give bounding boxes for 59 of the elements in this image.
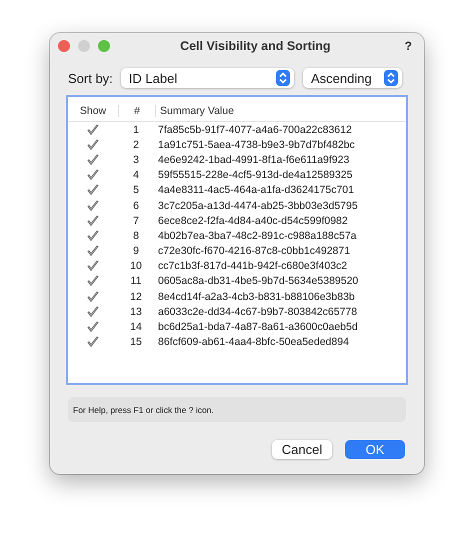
row-number: 3 — [132, 154, 140, 166]
checkmark-icon[interactable] — [87, 306, 99, 318]
row-number: 11 — [130, 275, 142, 288]
row-number: 4 — [132, 169, 140, 182]
column-header[interactable]: Show — [68, 105, 119, 117]
table-cell-text: 86fcf609-ab61-4aa4-8bfc-50ea5eded894 — [157, 336, 350, 348]
checkmark-icon[interactable] — [87, 336, 99, 348]
table-cell-text: 7fa85c5b-91f7-4077-a4a6-700a22c83612 — [157, 124, 353, 136]
table-cell-text: 4b02b7ea-3ba7-48c2-891c-c988a188c57a — [157, 230, 358, 242]
row-number: 9 — [132, 245, 140, 258]
row-number: 12 — [129, 290, 143, 303]
checkmark-icon[interactable] — [87, 138, 99, 151]
sort-order-dropdown[interactable]: Ascending — [303, 68, 402, 88]
close-button[interactable] — [58, 40, 70, 52]
table-cell-text: cc7c1b3f-817d-441b-942f-c680e3f403c2 — [157, 260, 348, 272]
row-number: 1 — [132, 124, 140, 136]
checkmark-icon[interactable] — [87, 154, 99, 166]
row-number: 2 — [132, 138, 140, 151]
help-button[interactable]: ? — [400, 39, 416, 53]
cancel-button[interactable]: Cancel — [272, 440, 332, 459]
sort-field-dropdown[interactable]: ID Label — [120, 68, 294, 88]
window-title: Cell Visibility and Sorting — [179, 39, 332, 53]
sort-label: Sort by: — [68, 70, 113, 86]
checkmark-icon[interactable] — [87, 245, 99, 258]
row-number: 10 — [129, 260, 143, 272]
table-cell-text: 3c7c205a-a13d-4474-ab25-3bb03e3d5795 — [157, 200, 359, 212]
checkmark-icon[interactable] — [87, 124, 99, 136]
table-cell-text: bc6d25a1-bda7-4a87-8a61-a3600c0aeb5d — [157, 321, 359, 334]
checkmark-icon[interactable] — [87, 260, 99, 272]
ok-button[interactable]: OK — [345, 440, 405, 459]
table-cell-text: c72e30fc-f670-4216-87c8-c0bb1c492871 — [157, 245, 352, 258]
row-number: 14 — [129, 321, 143, 334]
checkmark-icon[interactable] — [87, 184, 99, 196]
row-number: 6 — [132, 200, 140, 212]
row-number: 5 — [132, 184, 140, 196]
table-cell-text: 4a4e8311-4ac5-464a-a1fa-d3624175c701 — [157, 184, 355, 196]
table-cell-text: 4e6e9242-1bad-4991-8f1a-f6e611a9f923 — [157, 154, 350, 166]
checkmark-icon[interactable] — [87, 275, 99, 288]
row-number: 8 — [132, 230, 140, 242]
row-number: 15 — [129, 336, 143, 348]
checkmark-icon[interactable] — [87, 214, 99, 227]
column-header[interactable]: # — [119, 105, 156, 117]
stepper-icon — [384, 70, 398, 86]
stepper-icon — [276, 70, 290, 86]
table-cell-text: 59f55515-228e-4cf5-913d-de4a12589325 — [157, 169, 354, 182]
table-cell-text: 6ece8ce2-f2fa-4d84-a40c-d54c599f0982 — [157, 214, 349, 227]
checkmark-icon[interactable] — [87, 290, 99, 303]
checkmark-icon[interactable] — [87, 321, 99, 334]
help-text: For Help, press F1 or click the ? icon. — [73, 404, 214, 414]
table-cell-text: 0605ac8a-db31-4be5-9b7d-5634e5389520 — [157, 275, 360, 288]
row-number: 13 — [129, 306, 143, 318]
table-cell-text: 1a91c751-5aea-4738-b9e3-9b7d7bf482bc — [157, 138, 356, 151]
checkmark-icon[interactable] — [87, 230, 99, 242]
checkmark-icon[interactable] — [87, 200, 99, 212]
table-cell-text: 8e4cd14f-a2a3-4cb3-b831-b88106e3b83b — [157, 290, 356, 303]
checkmark-icon[interactable] — [87, 169, 99, 182]
row-number: 7 — [132, 214, 140, 227]
column-header[interactable]: Summary Value — [156, 105, 406, 117]
table-cell-text: a6033c2e-dd34-4c67-b9b7-803842c65778 — [157, 306, 358, 318]
